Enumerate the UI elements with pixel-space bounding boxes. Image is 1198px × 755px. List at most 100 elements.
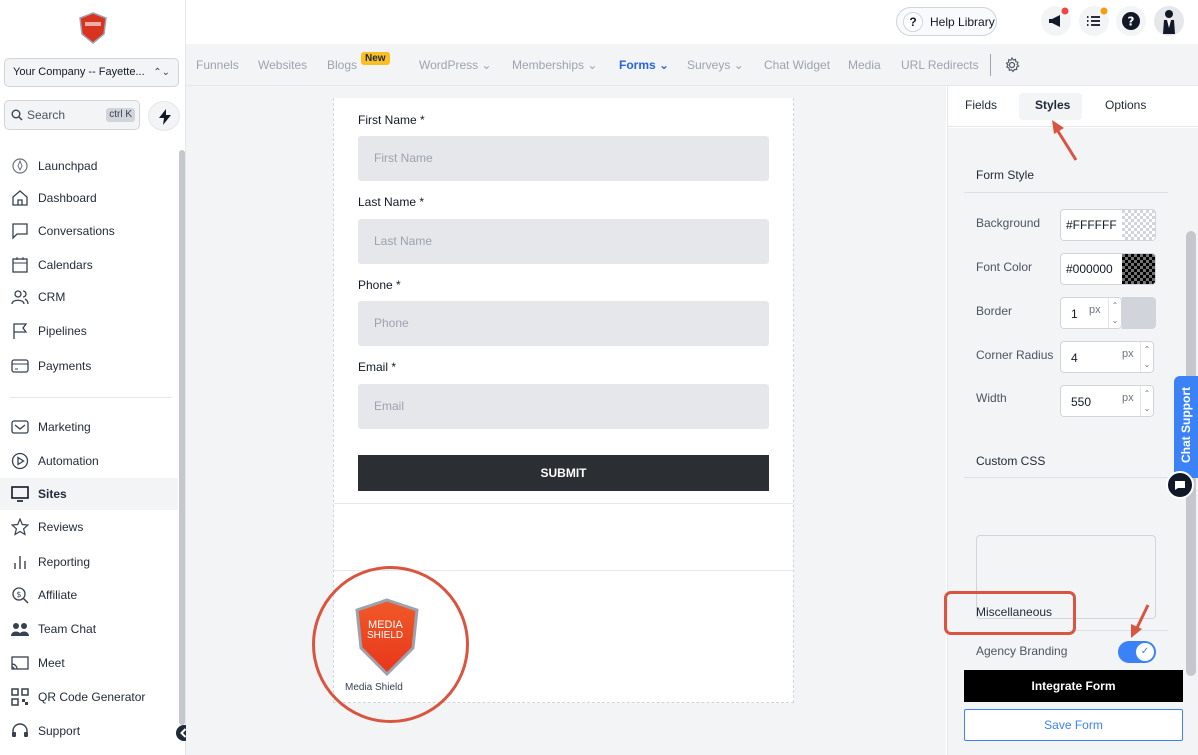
agency-branding-toggle[interactable]: ✓ <box>1118 641 1156 663</box>
search-shortcut: ctrl K <box>106 108 135 122</box>
company-logo-icon[interactable] <box>78 12 108 44</box>
chat-bubble-button[interactable] <box>1166 471 1194 499</box>
sidebar-item-reporting[interactable]: Reporting <box>0 546 178 578</box>
background-color-input[interactable]: #FFFFFF <box>1060 209 1156 241</box>
bar-chart-icon <box>14 556 26 569</box>
sidebar-item-launchpad[interactable]: Launchpad <box>0 150 178 182</box>
tab-media[interactable]: Media <box>848 58 881 72</box>
sidebar-item-label: Team Chat <box>38 622 97 636</box>
sidebar-scrollbar[interactable] <box>179 150 185 725</box>
help-button[interactable]: ? <box>1116 6 1146 36</box>
home-icon <box>12 190 28 206</box>
tab-chat-widget[interactable]: Chat Widget <box>764 58 830 72</box>
site-builder-tabs: Funnels Websites Blogs New WordPress ⌄ M… <box>186 44 1198 86</box>
tab-label: WordPress <box>419 58 479 72</box>
sidebar-item-marketing[interactable]: Marketing <box>0 411 178 443</box>
last-name-field[interactable]: Last Name <box>358 219 769 264</box>
form-style-title: Form Style <box>976 168 1035 182</box>
border-color-swatch[interactable] <box>1122 297 1156 329</box>
tab-funnels[interactable]: Funnels <box>196 58 239 72</box>
border-width-input[interactable]: 1 px ⌃ ⌄ <box>1060 297 1122 329</box>
tab-styles[interactable]: Styles <box>1019 93 1082 120</box>
help-library-button[interactable]: ? Help Library <box>896 7 997 36</box>
corner-radius-stepper[interactable]: ⌃ ⌄ <box>1140 342 1153 372</box>
sidebar-item-automation[interactable]: Automation <box>0 445 178 477</box>
sidebar-item-label: CRM <box>38 290 66 304</box>
help-circle-icon: ? <box>1122 12 1140 30</box>
quick-action-button[interactable] <box>148 101 180 131</box>
corner-radius-value: 4 <box>1071 351 1078 365</box>
tasks-button[interactable] <box>1079 6 1109 36</box>
credit-card-icon <box>11 359 29 373</box>
integrate-form-button[interactable]: Integrate Form <box>964 670 1183 702</box>
tab-label: Memberships <box>512 58 585 72</box>
tab-label: Surveys <box>687 58 731 72</box>
corner-radius-input[interactable]: 4 px ⌃ ⌄ <box>1060 341 1154 373</box>
phone-label: Phone * <box>358 278 401 292</box>
sidebar-item-payments[interactable]: Payments <box>0 350 178 382</box>
width-input[interactable]: 550 px ⌃ ⌄ <box>1060 385 1154 417</box>
email-field[interactable]: Email <box>358 384 769 429</box>
background-swatch[interactable] <box>1122 210 1155 240</box>
chevron-updown-icon: ⌃⌄ <box>153 67 170 78</box>
tab-styles-label: Styles <box>1035 98 1071 112</box>
agency-branding-label: Agency Branding <box>976 644 1068 658</box>
border-stepper[interactable]: ⌃ ⌄ <box>1108 298 1121 328</box>
settings-gear-icon[interactable] <box>1004 57 1020 73</box>
tab-blogs[interactable]: Blogs <box>327 58 357 72</box>
sidebar-item-conversations[interactable]: Conversations <box>0 215 178 247</box>
annotation-box <box>944 591 1076 635</box>
company-switcher[interactable]: Your Company -- Fayette... ⌃⌄ <box>4 58 179 87</box>
sidebar-item-calendars[interactable]: Calendars <box>0 249 178 281</box>
tab-url-redirects[interactable]: URL Redirects <box>901 58 979 72</box>
sidebar-item-qr-code-generator[interactable]: QR Code Generator <box>0 681 178 713</box>
section-divider <box>964 192 1168 193</box>
tab-options[interactable]: Options <box>1105 98 1146 112</box>
chat-support-label: Chat Support <box>1179 387 1193 463</box>
flag-icon <box>13 323 28 339</box>
headset-icon <box>12 723 28 737</box>
lightning-bolt-icon <box>159 109 171 125</box>
svg-text:$: $ <box>16 590 21 599</box>
width-stepper[interactable]: ⌃ ⌄ <box>1140 386 1153 416</box>
check-icon: ✓ <box>1136 643 1154 661</box>
section-divider <box>964 477 1168 478</box>
sidebar-item-pipelines[interactable]: Pipelines <box>0 315 178 347</box>
sidebar-item-reviews[interactable]: Reviews <box>0 511 178 543</box>
announcements-button[interactable] <box>1041 6 1071 36</box>
team-icon <box>11 623 29 636</box>
tab-forms[interactable]: Forms ⌄ <box>619 58 669 72</box>
chat-support-tab[interactable]: Chat Support <box>1174 376 1198 478</box>
font-color-input[interactable]: #000000 <box>1060 253 1156 285</box>
calendar-icon <box>12 257 28 273</box>
sidebar-item-label: Support <box>38 724 81 738</box>
tab-wordpress[interactable]: WordPress ⌄ <box>419 58 492 72</box>
sidebar-item-team-chat[interactable]: Team Chat <box>0 613 178 645</box>
width-label: Width <box>976 391 1007 405</box>
font-color-swatch[interactable] <box>1122 254 1155 284</box>
unit-label: px <box>1089 304 1101 316</box>
sidebar-item-crm[interactable]: CRM <box>0 281 178 313</box>
search-input[interactable]: Search ctrl K <box>4 100 140 130</box>
sidebar-item-affiliate[interactable]: $ Affiliate <box>0 579 178 611</box>
tab-fields[interactable]: Fields <box>965 98 997 112</box>
sidebar-item-label: Automation <box>38 454 99 468</box>
sidebar-item-label: Reviews <box>38 520 84 534</box>
sidebar-item-support[interactable]: Support <box>0 715 178 747</box>
user-avatar[interactable] <box>1154 6 1184 36</box>
sidebar-item-dashboard[interactable]: Dashboard <box>0 182 178 214</box>
star-icon <box>11 518 29 536</box>
save-form-button[interactable]: Save Form <box>964 709 1183 741</box>
phone-field[interactable]: Phone <box>358 301 769 346</box>
tab-memberships[interactable]: Memberships ⌄ <box>512 58 597 72</box>
top-bar: ? Help Library ? <box>186 0 1198 44</box>
chevron-down-icon: ⌄ <box>587 58 598 72</box>
sidebar-item-sites[interactable]: Sites <box>0 478 178 510</box>
tab-websites[interactable]: Websites <box>258 58 307 72</box>
sidebar-item-meet[interactable]: Meet <box>0 647 178 679</box>
tab-surveys[interactable]: Surveys ⌄ <box>687 58 744 72</box>
first-name-field[interactable]: First Name <box>358 136 769 181</box>
unit-label: px <box>1122 348 1134 360</box>
question-icon: ? <box>903 12 923 32</box>
submit-button[interactable]: SUBMIT <box>358 455 769 491</box>
